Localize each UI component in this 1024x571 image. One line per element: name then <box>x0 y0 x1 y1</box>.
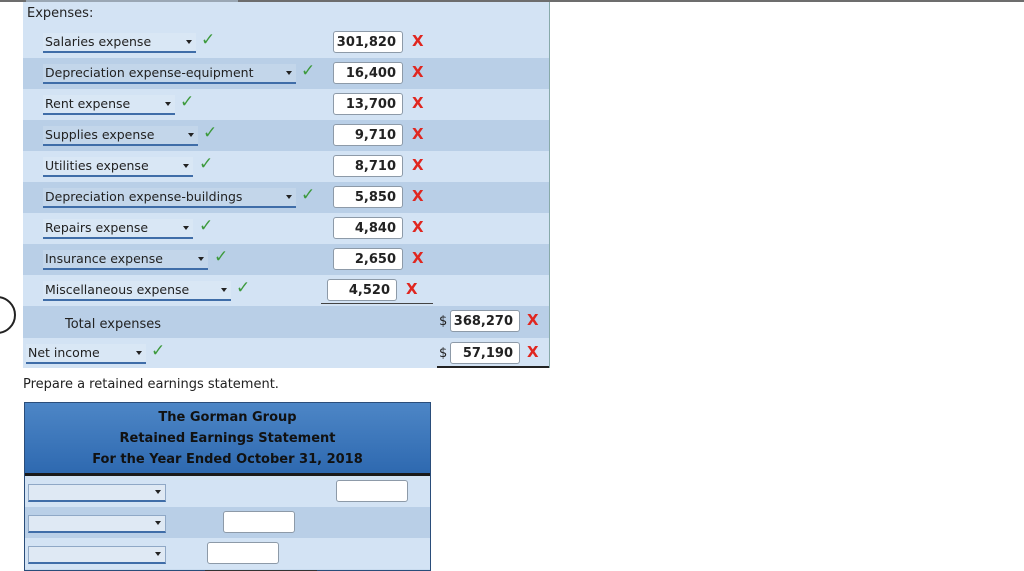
cross-icon: X <box>412 125 424 143</box>
expense-amount-input[interactable]: 16,400 <box>333 62 403 84</box>
chevron-down-icon <box>165 102 171 106</box>
chevron-down-icon <box>221 288 227 292</box>
total-expenses-label: Total expenses <box>65 317 161 332</box>
chevron-down-icon <box>155 552 161 556</box>
cross-icon: X <box>412 63 424 81</box>
statement-amount-input[interactable] <box>207 542 279 564</box>
expense-amount-input[interactable]: 2,650 <box>333 248 403 270</box>
statement-account-select[interactable] <box>28 484 166 502</box>
check-icon: ✓ <box>214 247 229 267</box>
expense-account-select[interactable]: Depreciation expense-buildings <box>43 188 296 208</box>
company-name: The Gorman Group <box>158 410 297 425</box>
instruction-text: Prepare a retained earnings statement. <box>23 377 279 392</box>
expense-row: Supplies expense ✓ 9,710 X <box>23 120 549 151</box>
income-statement-table: Expenses: Salaries expense ✓ 301,820 X D… <box>23 2 550 368</box>
expense-row: Salaries expense ✓ 301,820 X <box>23 27 549 58</box>
cross-icon: X <box>412 94 424 112</box>
statement-header: The Gorman Group Retained Earnings State… <box>25 403 430 476</box>
net-income-row: Net income ✓ $ 57,190 X <box>23 338 549 368</box>
chevron-down-icon <box>188 133 194 137</box>
expense-row: Insurance expense ✓ 2,650 X <box>23 244 549 275</box>
partial-circle-icon <box>0 296 16 334</box>
cross-icon: X <box>412 218 424 236</box>
expense-amount-input[interactable]: 4,520 <box>327 279 397 301</box>
statement-account-select[interactable] <box>28 515 166 533</box>
chevron-down-icon <box>183 226 189 230</box>
check-icon: ✓ <box>201 30 216 50</box>
cross-icon: X <box>527 343 539 361</box>
expense-amount-input[interactable]: 8,710 <box>333 155 403 177</box>
chevron-down-icon <box>286 71 292 75</box>
statement-amount-input[interactable] <box>223 511 295 533</box>
expense-row: Miscellaneous expense ✓ 4,520 X <box>23 275 549 306</box>
total-expenses-row: Total expenses $ 368,270 X <box>23 306 549 338</box>
statement-row <box>25 476 430 507</box>
net-income-input[interactable]: 57,190 <box>450 342 520 364</box>
expense-amount-input[interactable]: 9,710 <box>333 124 403 146</box>
expense-amount-input[interactable]: 5,850 <box>333 186 403 208</box>
expense-amount-input[interactable]: 4,840 <box>333 217 403 239</box>
check-icon: ✓ <box>236 278 251 298</box>
subtotal-underline <box>321 303 433 304</box>
statement-row <box>25 507 430 538</box>
cross-icon: X <box>412 187 424 205</box>
retained-earnings-statement: The Gorman Group Retained Earnings State… <box>24 402 431 571</box>
chevron-down-icon <box>186 40 192 44</box>
check-icon: ✓ <box>199 216 214 236</box>
cross-icon: X <box>412 156 424 174</box>
chevron-down-icon <box>198 257 204 261</box>
chevron-down-icon <box>155 521 161 525</box>
double-underline <box>437 366 549 368</box>
cross-icon: X <box>406 280 418 298</box>
expense-account-select[interactable]: Repairs expense <box>43 219 193 239</box>
cross-icon: X <box>412 32 424 50</box>
expense-account-select[interactable]: Utilities expense <box>43 157 193 177</box>
statement-period: For the Year Ended October 31, 2018 <box>92 452 363 467</box>
statement-account-select[interactable] <box>28 546 166 564</box>
total-currency-symbol: $ <box>439 314 448 329</box>
cross-icon: X <box>412 249 424 267</box>
expense-account-select[interactable]: Miscellaneous expense <box>43 281 231 301</box>
chevron-down-icon <box>155 490 161 494</box>
chevron-down-icon <box>183 164 189 168</box>
expense-row: Depreciation expense-buildings ✓ 5,850 X <box>23 182 549 213</box>
expense-row: Depreciation expense-equipment ✓ 16,400 … <box>23 58 549 89</box>
check-icon: ✓ <box>301 61 316 81</box>
expense-row: Repairs expense ✓ 4,840 X <box>23 213 549 244</box>
expense-amount-input[interactable]: 13,700 <box>333 93 403 115</box>
cross-icon: X <box>527 311 539 329</box>
expense-account-select[interactable]: Supplies expense <box>43 126 198 146</box>
check-icon: ✓ <box>180 92 195 112</box>
expense-account-select[interactable]: Rent expense <box>43 95 175 115</box>
net-income-currency-symbol: $ <box>439 346 448 361</box>
expenses-section-label: Expenses: <box>27 6 94 21</box>
total-expenses-input[interactable]: 368,270 <box>450 310 520 332</box>
check-icon: ✓ <box>301 185 316 205</box>
chevron-down-icon <box>286 195 292 199</box>
expense-row: Rent expense ✓ 13,700 X <box>23 89 549 120</box>
statement-row <box>25 538 430 569</box>
statement-title: Retained Earnings Statement <box>119 431 336 446</box>
check-icon: ✓ <box>151 341 166 361</box>
chevron-down-icon <box>136 351 142 355</box>
expense-account-select[interactable]: Depreciation expense-equipment <box>43 64 296 84</box>
expense-amount-input[interactable]: 301,820 <box>333 31 403 53</box>
expenses-header-row: Expenses: <box>23 2 549 27</box>
statement-amount-input[interactable] <box>336 480 408 502</box>
net-income-select[interactable]: Net income <box>26 344 146 364</box>
expense-account-select[interactable]: Salaries expense <box>43 33 196 53</box>
expense-row: Utilities expense ✓ 8,710 X <box>23 151 549 182</box>
check-icon: ✓ <box>199 154 214 174</box>
check-icon: ✓ <box>203 123 218 143</box>
expense-account-select[interactable]: Insurance expense <box>43 250 208 270</box>
